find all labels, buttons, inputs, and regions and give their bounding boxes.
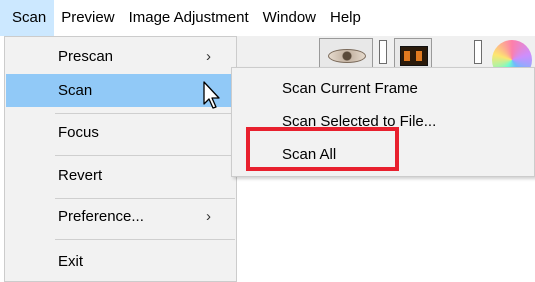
menu-item-label: Scan <box>58 82 93 99</box>
menu-item-preference[interactable]: Preference... › <box>6 200 235 233</box>
menu-bar: Scan Preview Image Adjustment Window Hel… <box>0 0 535 36</box>
menu-item-revert[interactable]: Revert <box>6 159 235 192</box>
menu-item-label: Exit <box>58 253 84 270</box>
menu-window[interactable]: Window <box>256 0 323 36</box>
mouse-cursor-icon <box>203 81 220 109</box>
menu-item-prescan[interactable]: Prescan › <box>6 40 235 73</box>
menu-item-label: Revert <box>58 167 103 184</box>
menu-item-exit[interactable]: Exit <box>6 245 235 278</box>
toolbar-handle[interactable] <box>379 40 387 64</box>
menu-separator <box>55 113 235 114</box>
menu-item-scan-current-frame[interactable]: Scan Current Frame <box>282 73 418 105</box>
menu-item-focus[interactable]: Focus <box>6 116 235 149</box>
menu-item-label: Prescan <box>58 48 114 65</box>
menu-separator <box>55 239 235 240</box>
menu-help[interactable]: Help <box>323 0 368 36</box>
highlight-box <box>246 127 399 171</box>
menu-item-label: Preference... <box>58 208 144 225</box>
menu-scan[interactable]: Scan <box>0 0 55 36</box>
menu-preview[interactable]: Preview <box>54 0 121 36</box>
menu-separator <box>55 155 235 156</box>
menu-item-label: Focus <box>58 124 99 141</box>
chevron-right-icon: › <box>206 48 211 65</box>
menu-separator <box>55 198 235 199</box>
toolbar-handle[interactable] <box>474 40 482 64</box>
menu-image-adjustment[interactable]: Image Adjustment <box>122 0 256 36</box>
scan-dropdown-menu: Prescan › Scan › Focus Revert Preference… <box>4 36 237 282</box>
chevron-right-icon: › <box>206 208 211 225</box>
menu-item-scan[interactable]: Scan › <box>6 74 235 107</box>
